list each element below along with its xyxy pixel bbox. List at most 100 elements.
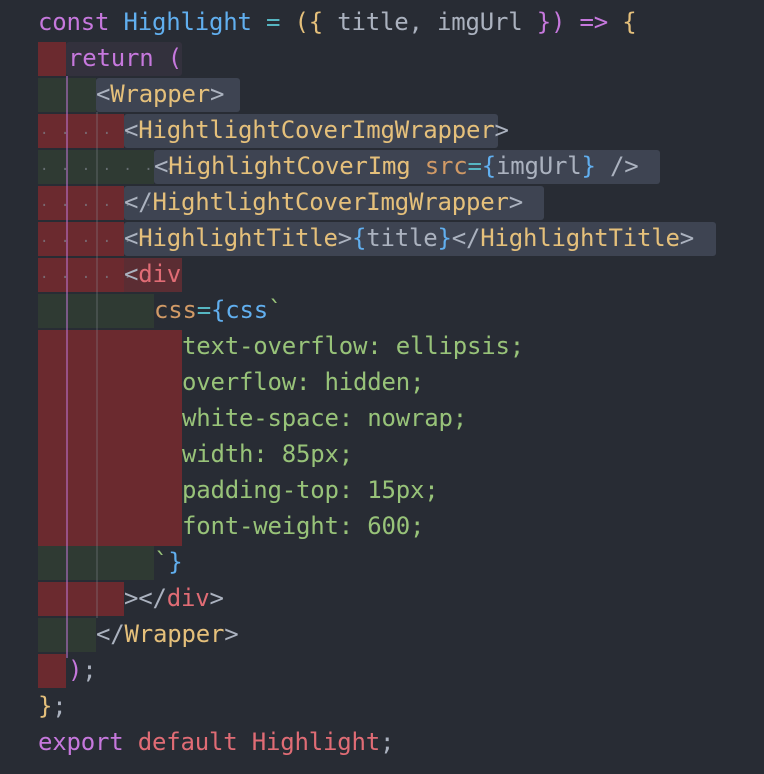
code-text: </Wrapper> xyxy=(96,620,239,648)
code-text: return ( xyxy=(68,44,182,72)
diff-marker xyxy=(38,42,66,76)
code-line-14: padding-top: 15px; xyxy=(0,472,764,508)
code-text: <Wrapper> xyxy=(96,80,224,108)
code-text: </HightlightCoverImgWrapper> xyxy=(124,188,523,216)
code-line-19: ); xyxy=(0,652,764,688)
code-line-16: `} xyxy=(0,544,764,580)
jsx-tag: Wrapper xyxy=(124,620,225,648)
css-declaration: padding-top: 15px; xyxy=(182,476,439,504)
code-line-9: css={css` xyxy=(0,292,764,328)
code-text: width: 85px; xyxy=(182,440,353,468)
angle: > xyxy=(209,584,224,612)
code-text: padding-top: 15px; xyxy=(182,476,439,504)
css-declaration: width: 85px; xyxy=(182,440,353,468)
code-line-17: ></div> xyxy=(0,580,764,616)
semicolon: ; xyxy=(52,692,67,720)
angle: /> xyxy=(610,152,639,180)
code-text: }; xyxy=(38,692,67,720)
operator: = xyxy=(467,152,482,180)
angle: > xyxy=(508,188,523,216)
css-declaration: overflow: hidden; xyxy=(182,368,425,396)
code-line-18: </Wrapper> xyxy=(0,616,764,652)
angle: </ xyxy=(124,188,153,216)
code-text: <div xyxy=(124,260,181,288)
code-text: overflow: hidden; xyxy=(182,368,424,396)
indent-guide xyxy=(96,112,98,618)
code-line-1: const Highlight = ({ title, imgUrl }) =>… xyxy=(0,4,764,40)
jsx-tag: HightlightCoverImgWrapper xyxy=(152,188,509,216)
code-line-6: · · · · · · </HightlightCoverImgWrapper> xyxy=(0,184,764,220)
code-line-10: text-overflow: ellipsis; xyxy=(0,328,764,364)
code-text: css={css` xyxy=(154,296,282,324)
jsx-tag: Wrapper xyxy=(110,80,210,108)
code-text: font-weight: 600; xyxy=(182,512,424,540)
code-line-3: <Wrapper> xyxy=(0,76,764,112)
indent-guide xyxy=(66,76,68,658)
angle: < xyxy=(96,80,111,108)
identifier: title xyxy=(366,224,438,252)
brace: { xyxy=(352,224,367,252)
diff-marker xyxy=(38,582,124,616)
code-text: `} xyxy=(154,548,183,576)
code-line-11: overflow: hidden; xyxy=(0,364,764,400)
brace: } xyxy=(581,152,596,180)
jsx-tag: HighlightTitle xyxy=(480,224,680,252)
keyword: export xyxy=(38,728,124,756)
params: title, imgUrl xyxy=(337,8,523,36)
jsx-tag: HighlightCoverImg xyxy=(168,152,411,180)
code-text: const Highlight = ({ title, imgUrl }) =>… xyxy=(38,8,637,36)
code-line-4: · · · · · · <HightlightCoverImgWrapper> xyxy=(0,112,764,148)
angle: </ xyxy=(138,584,167,612)
angle: </ xyxy=(96,620,125,648)
jsx-tag: div xyxy=(166,584,210,612)
code-text: <HighlightCoverImg src={imgUrl} /> xyxy=(154,152,639,180)
jsx-attribute: src xyxy=(424,152,468,180)
jsx-tag: HightlightCoverImgWrapper xyxy=(138,116,495,144)
angle: > xyxy=(224,620,239,648)
code-line-21: export default Highlight; xyxy=(0,724,764,760)
brace: } xyxy=(168,548,183,576)
bracket: }) xyxy=(536,8,566,36)
jsx-tag: HighlightTitle xyxy=(138,224,338,252)
code-line-2: return ( xyxy=(0,40,764,76)
css-declaration: white-space: nowrap; xyxy=(182,404,467,432)
code-text: ); xyxy=(68,656,97,684)
code-line-20: }; xyxy=(0,688,764,724)
code-line-8: · · · · · · <div xyxy=(0,256,764,292)
brace: } xyxy=(38,692,53,720)
keyword: default xyxy=(137,728,238,756)
code-text: ></div> xyxy=(124,584,224,612)
identifier: css xyxy=(225,296,268,324)
keyword: return xyxy=(68,44,154,72)
paren: ( xyxy=(167,44,182,72)
angle: < xyxy=(124,116,139,144)
code-line-7: · · · · · · <HighlightTitle>{title}</Hig… xyxy=(0,220,764,256)
code-editor[interactable]: const Highlight = ({ title, imgUrl }) =>… xyxy=(0,0,764,774)
angle: </ xyxy=(451,224,481,252)
keyword: const xyxy=(38,8,110,36)
code-text: text-overflow: ellipsis; xyxy=(182,332,524,360)
code-text: export default Highlight; xyxy=(38,728,394,756)
code-text: white-space: nowrap; xyxy=(182,404,467,432)
identifier: imgUrl xyxy=(496,152,582,180)
angle: < xyxy=(124,224,139,252)
angle: > xyxy=(210,80,225,108)
code-text: <HighlightTitle>{title}</HighlightTitle> xyxy=(124,224,694,252)
angle: < xyxy=(154,152,169,180)
bracket: ({ xyxy=(294,8,324,36)
angle: > xyxy=(337,224,352,252)
angle: > xyxy=(494,116,509,144)
arrow-operator: => xyxy=(579,8,609,36)
css-declaration: text-overflow: ellipsis; xyxy=(182,332,524,360)
identifier: Highlight xyxy=(251,728,380,756)
code-line-13: width: 85px; xyxy=(0,436,764,472)
semicolon: ; xyxy=(380,728,395,756)
code-line-15: font-weight: 600; xyxy=(0,508,764,544)
brace: { xyxy=(211,296,226,324)
css-declaration: font-weight: 600; xyxy=(182,512,425,540)
template-tick: ` xyxy=(268,296,283,324)
identifier: Highlight xyxy=(123,8,252,36)
code-line-12: white-space: nowrap; xyxy=(0,400,764,436)
jsx-tag: div xyxy=(138,260,181,288)
angle: < xyxy=(124,260,139,288)
